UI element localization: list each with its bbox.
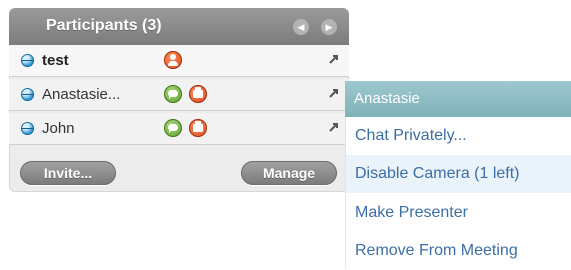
menu-divider xyxy=(345,117,346,269)
context-menu-title: Anastasie xyxy=(354,90,420,107)
chat-icon[interactable] xyxy=(164,85,182,103)
online-status-icon xyxy=(21,88,34,101)
pin-icon[interactable] xyxy=(327,86,341,100)
participant-name: Anastasie... xyxy=(42,86,121,103)
participant-row-john[interactable]: John xyxy=(9,113,349,145)
pin-icon[interactable] xyxy=(327,52,341,66)
menu-item-remove-from-meeting[interactable]: Remove From Meeting xyxy=(345,232,571,270)
menu-item-chat-privately[interactable]: Chat Privately... xyxy=(345,117,571,155)
participants-panel: Participants (3) ◀ ▶ test Anastasie... J… xyxy=(9,8,349,192)
online-status-icon xyxy=(21,54,34,67)
participants-panel-header: Participants (3) ◀ ▶ xyxy=(9,8,349,45)
camera-icon[interactable] xyxy=(189,119,207,137)
chat-icon[interactable] xyxy=(164,119,182,137)
menu-item-make-presenter[interactable]: Make Presenter xyxy=(345,194,571,232)
chevron-right-icon[interactable]: ▶ xyxy=(321,19,337,35)
participant-row-test[interactable]: test xyxy=(9,45,349,77)
chevron-left-icon[interactable]: ◀ xyxy=(293,19,309,35)
manage-button[interactable]: Manage xyxy=(241,161,337,185)
panel-title: Participants (3) xyxy=(46,17,162,34)
participant-context-menu: Anastasie Chat Privately... Disable Came… xyxy=(345,81,571,269)
menu-item-disable-camera[interactable]: Disable Camera (1 left) xyxy=(345,155,571,193)
pin-icon[interactable] xyxy=(327,120,341,134)
invite-button[interactable]: Invite... xyxy=(20,161,116,185)
context-menu-header: Anastasie xyxy=(345,81,571,117)
participant-name: test xyxy=(42,52,69,69)
camera-icon[interactable] xyxy=(189,85,207,103)
presenter-icon xyxy=(164,51,182,69)
participant-row-anastasie[interactable]: Anastasie... xyxy=(9,79,349,111)
online-status-icon xyxy=(21,122,34,135)
participant-name: John xyxy=(42,120,75,137)
